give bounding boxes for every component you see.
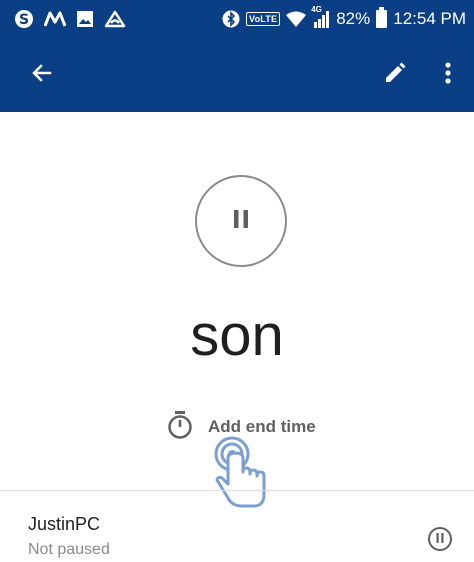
image-icon: [76, 10, 94, 28]
network-type-label: 4G: [311, 5, 322, 14]
app-notification-icon: [104, 10, 126, 28]
more-vert-icon: [444, 61, 452, 90]
bluetooth-icon: [222, 10, 240, 28]
shazam-icon: S: [14, 9, 34, 29]
device-name: JustinPC: [28, 514, 101, 534]
timer-icon: [166, 410, 194, 445]
pause-icon: [232, 209, 250, 234]
back-button[interactable]: [18, 51, 66, 99]
edit-button[interactable]: [371, 51, 419, 99]
app-toolbar: [0, 38, 474, 112]
wifi-icon: [286, 11, 307, 27]
battery-percent: 82%: [336, 9, 371, 28]
profile-name: son: [190, 303, 284, 368]
system-status-icons: VoLTE 4G 82% 12:54 PM: [222, 5, 466, 30]
notification-icons: S: [14, 8, 126, 30]
battery-icon: [376, 7, 388, 28]
cell-signal-icon: 4G: [311, 5, 330, 28]
arrow-back-icon: [30, 61, 54, 90]
clock: 12:54 PM: [393, 9, 466, 28]
more-options-button[interactable]: [424, 51, 472, 99]
pause-icon: [436, 530, 444, 548]
volte-badge: VoLTE: [246, 12, 281, 26]
device-pause-button[interactable]: [428, 527, 452, 551]
add-end-time-label: Add end time: [208, 417, 316, 436]
svg-text:S: S: [19, 12, 29, 28]
pencil-icon: [383, 61, 407, 90]
maps-m-icon: [44, 10, 66, 28]
device-row[interactable]: JustinPC Not paused: [0, 491, 474, 562]
device-status: Not paused: [28, 541, 110, 558]
pause-toggle-button[interactable]: [195, 175, 287, 267]
status-bar: S VoLTE 4G 82% 12:54 PM: [0, 0, 474, 38]
